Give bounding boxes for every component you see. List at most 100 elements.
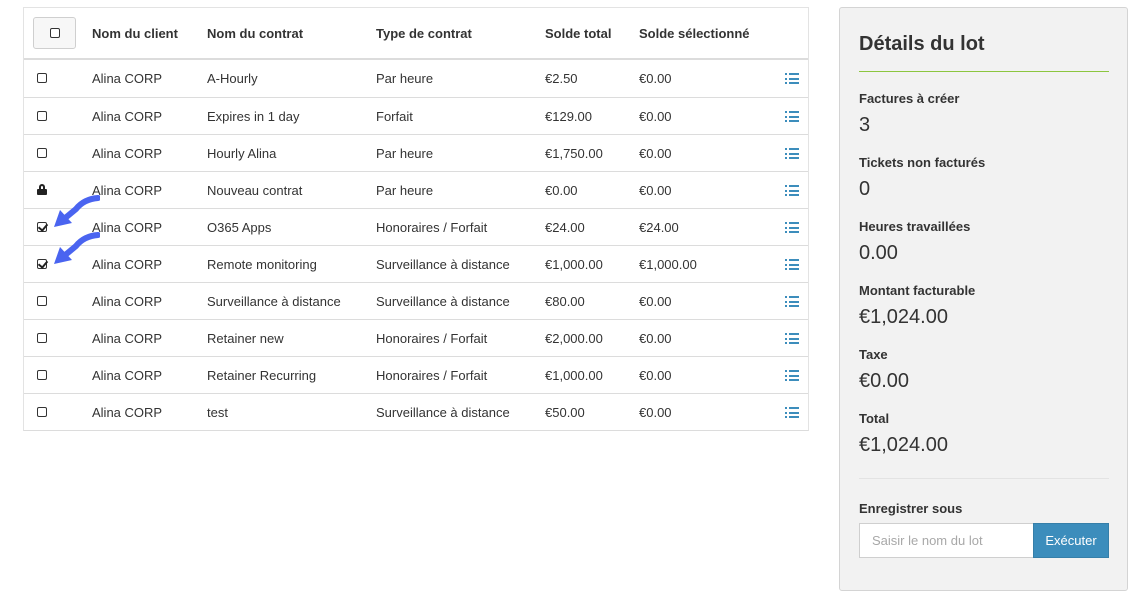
contract-type-cell: Par heure xyxy=(376,183,434,198)
total-balance-cell: €80.00 xyxy=(545,294,585,309)
row-checkbox[interactable] xyxy=(37,333,47,343)
list-icon[interactable] xyxy=(785,185,799,196)
selected-balance-cell: €0.00 xyxy=(639,294,672,309)
list-icon[interactable] xyxy=(785,73,799,84)
selected-balance-cell: €0.00 xyxy=(639,71,672,86)
row-checkbox[interactable] xyxy=(37,259,47,269)
list-icon[interactable] xyxy=(785,259,799,270)
list-icon[interactable] xyxy=(785,407,799,418)
selected-balance-cell: €0.00 xyxy=(639,368,672,383)
total-balance-cell: €2.50 xyxy=(545,71,578,86)
save-as-label: Enregistrer sous xyxy=(859,501,963,516)
row-checkbox[interactable] xyxy=(37,407,47,417)
total-balance-cell: €1,000.00 xyxy=(545,257,603,272)
client-cell: Alina CORP xyxy=(92,257,163,272)
divider xyxy=(859,478,1109,479)
run-button[interactable]: Exécuter xyxy=(1033,523,1109,558)
selected-balance-cell: €0.00 xyxy=(639,146,672,161)
header-client[interactable]: Nom du client xyxy=(92,26,178,41)
contract-type-cell: Surveillance à distance xyxy=(376,257,510,272)
list-icon[interactable] xyxy=(785,222,799,233)
row-checkbox[interactable] xyxy=(37,73,47,83)
row-checkbox[interactable] xyxy=(37,148,47,158)
stat-label: Montant facturable xyxy=(859,283,976,298)
stat-value: €1,024.00 xyxy=(859,434,948,456)
client-cell: Alina CORP xyxy=(92,368,163,383)
batch-name-input[interactable] xyxy=(859,523,1034,558)
stat-value: 3 xyxy=(859,114,871,136)
select-all-checkbox[interactable] xyxy=(49,28,60,38)
client-cell: Alina CORP xyxy=(92,220,163,235)
selected-balance-cell: €0.00 xyxy=(639,183,672,198)
client-cell: Alina CORP xyxy=(92,405,163,420)
stat-label: Factures à créer xyxy=(859,91,960,106)
selected-balance-cell: €0.00 xyxy=(639,331,672,346)
stat-label: Heures travaillées xyxy=(859,219,971,234)
total-balance-cell: €0.00 xyxy=(545,183,578,198)
table-row[interactable]: Alina CORP Retainer Recurring Honoraires /… xyxy=(24,356,808,393)
table-row[interactable]: Alina CORP Hourly Alina Par heure €1,750.00… xyxy=(24,134,808,171)
stat-value: €0.00 xyxy=(859,370,910,392)
contract-type-cell: Surveillance à distance xyxy=(376,294,510,309)
stat-label: Total xyxy=(859,411,890,426)
list-icon[interactable] xyxy=(785,148,799,159)
row-checkbox[interactable] xyxy=(37,111,47,121)
client-cell: Alina CORP xyxy=(92,331,163,346)
table-row[interactable]: Alina CORP A-Hourly Par heure €2.50 €0.00 xyxy=(24,60,808,97)
contract-type-cell: Honoraires / Forfait xyxy=(376,220,488,235)
contract-name-cell: Remote monitoring xyxy=(207,257,317,272)
table-row[interactable]: Alina CORP Nouveau contrat Par heure €0.00 €… xyxy=(24,171,808,208)
contract-type-cell: Surveillance à distance xyxy=(376,405,510,420)
total-balance-cell: €24.00 xyxy=(545,220,585,235)
row-checkbox[interactable] xyxy=(37,370,47,380)
table-row[interactable]: Alina CORP Retainer new Honoraires / Forfa… xyxy=(24,319,808,356)
table-row[interactable]: Alina CORP O365 Apps Honoraires / Forfait €… xyxy=(24,195,808,245)
stat-value: 0 xyxy=(859,178,871,200)
lock-icon xyxy=(37,184,47,195)
contract-name-cell: Nouveau contrat xyxy=(207,183,303,198)
list-icon[interactable] xyxy=(785,370,799,381)
list-icon[interactable] xyxy=(785,296,799,307)
batch-details-panel: Détails du lot Factures à créer 3 Tickets … xyxy=(839,7,1128,591)
contract-name-cell: Expires in 1 day xyxy=(207,109,300,124)
contract-name-cell: Retainer new xyxy=(207,331,284,346)
list-icon[interactable] xyxy=(785,333,799,344)
table-row[interactable]: Alina CORP Remote monitoring Surveillance … xyxy=(24,232,808,282)
total-balance-cell: €2,000.00 xyxy=(545,331,603,346)
selected-balance-cell: €24.00 xyxy=(639,220,679,235)
client-cell: Alina CORP xyxy=(92,294,163,309)
contract-type-cell: Par heure xyxy=(376,146,434,161)
header-type[interactable]: Type de contrat xyxy=(376,26,472,41)
header-total[interactable]: Solde total xyxy=(545,26,611,41)
list-icon[interactable] xyxy=(785,111,799,122)
contract-name-cell: A-Hourly xyxy=(207,71,258,86)
selected-balance-cell: €0.00 xyxy=(639,405,672,420)
contract-type-cell: Honoraires / Forfait xyxy=(376,368,488,383)
contract-type-cell: Par heure xyxy=(376,71,434,86)
header-contract[interactable]: Nom du contrat xyxy=(207,26,303,41)
row-checkbox[interactable] xyxy=(37,222,47,232)
client-cell: Alina CORP xyxy=(92,109,163,124)
client-cell: Alina CORP xyxy=(92,183,163,198)
table-row[interactable]: Alina CORP test Surveillance à distance €50… xyxy=(24,393,808,430)
client-cell: Alina CORP xyxy=(92,146,163,161)
contract-type-cell: Honoraires / Forfait xyxy=(376,331,488,346)
total-balance-cell: €129.00 xyxy=(545,109,592,124)
table-row[interactable]: Alina CORP Expires in 1 day Forfait €129.00… xyxy=(24,97,808,134)
table-row[interactable]: Alina CORP Surveillance à distance Surveil… xyxy=(24,282,808,319)
title-divider xyxy=(859,71,1109,72)
selected-balance-cell: €0.00 xyxy=(639,109,672,124)
contract-name-cell: O365 Apps xyxy=(207,220,272,235)
contracts-table: Nom du client Nom du contrat Type de con… xyxy=(23,7,809,431)
table-body: Alina CORP A-Hourly Par heure €2.50 €0.00 Ali… xyxy=(24,60,808,430)
panel-title: Détails du lot xyxy=(859,33,985,55)
row-checkbox[interactable] xyxy=(37,296,47,306)
total-balance-cell: €1,000.00 xyxy=(545,368,603,383)
client-cell: Alina CORP xyxy=(92,71,163,86)
header-selected[interactable]: Solde sélectionné xyxy=(639,26,750,41)
select-all-button[interactable] xyxy=(33,17,76,49)
total-balance-cell: €50.00 xyxy=(545,405,585,420)
contract-name-cell: Retainer Recurring xyxy=(207,368,317,383)
stat-value: 0.00 xyxy=(859,242,898,264)
stat-label: Tickets non facturés xyxy=(859,155,986,170)
